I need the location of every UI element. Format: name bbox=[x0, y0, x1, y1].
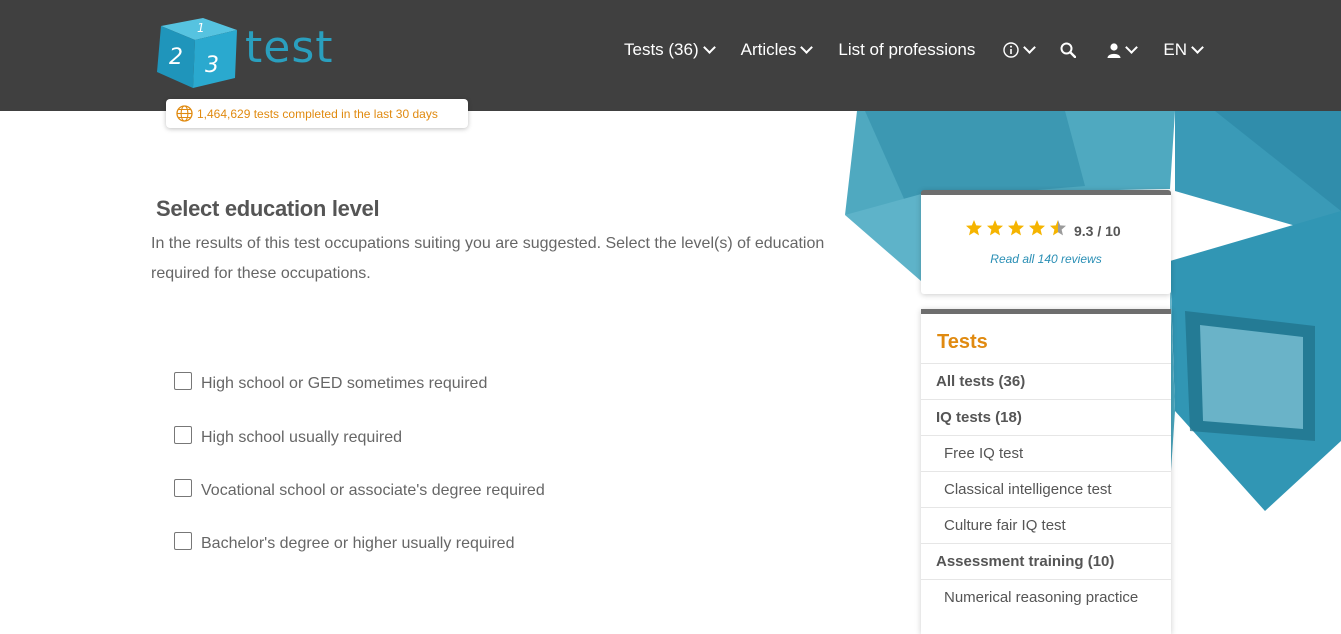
nav-tests[interactable]: Tests (36) bbox=[624, 40, 716, 60]
tests-list-item-classical[interactable]: Classical intelligence test bbox=[921, 471, 1171, 507]
nav-language-label: EN bbox=[1163, 40, 1188, 59]
search-icon bbox=[1060, 42, 1077, 58]
page-description: In the results of this test occupations … bbox=[151, 235, 825, 282]
chevron-down-icon bbox=[1191, 41, 1204, 54]
education-option-label: Vocational school or associate's degree … bbox=[201, 482, 545, 499]
education-option-label: High school or GED sometimes required bbox=[201, 375, 488, 392]
nav-articles[interactable]: Articles bbox=[740, 40, 814, 60]
education-option-label: High school usually required bbox=[201, 429, 402, 446]
tests-list-item-assessment[interactable]: Assessment training (10) bbox=[921, 543, 1171, 579]
header-bar: 2 3 1 test Tests (36) Articles List of p… bbox=[0, 0, 1341, 111]
education-option-vocational[interactable]: Vocational school or associate's degree … bbox=[174, 479, 545, 500]
svg-text:2: 2 bbox=[169, 45, 183, 70]
logo-wordmark: test bbox=[245, 22, 334, 73]
site-logo[interactable]: 2 3 1 test bbox=[155, 16, 333, 90]
chevron-down-icon bbox=[1125, 41, 1139, 54]
tests-list-item-free-iq[interactable]: Free IQ test bbox=[921, 435, 1171, 471]
star-icons bbox=[966, 220, 1066, 236]
tests-list-item-all[interactable]: All tests (36) bbox=[921, 363, 1171, 399]
tests-list-item-numerical[interactable]: Numerical reasoning practice bbox=[921, 579, 1171, 615]
tests-list: All tests (36) IQ tests (18) Free IQ tes… bbox=[921, 363, 1171, 615]
nav-language[interactable]: EN bbox=[1163, 40, 1204, 60]
nav-tests-label: Tests (36) bbox=[624, 40, 699, 59]
chevron-down-icon bbox=[800, 41, 814, 54]
checkbox[interactable] bbox=[174, 426, 192, 444]
page-title: Select education level bbox=[156, 196, 380, 221]
tests-completed-badge: 1,464,629 tests completed in the last 30… bbox=[166, 99, 468, 128]
education-option-ged[interactable]: High school or GED sometimes required bbox=[174, 372, 488, 393]
education-option-high-school[interactable]: High school usually required bbox=[174, 426, 402, 447]
checkbox[interactable] bbox=[174, 532, 192, 550]
education-option-label: Bachelor's degree or higher usually requ… bbox=[201, 535, 515, 552]
education-option-bachelor[interactable]: Bachelor's degree or higher usually requ… bbox=[174, 532, 515, 553]
globe-icon bbox=[176, 105, 193, 122]
dice-logo-icon: 2 3 1 bbox=[157, 18, 237, 88]
nav-articles-label: Articles bbox=[740, 40, 797, 59]
tests-list-item-iq[interactable]: IQ tests (18) bbox=[921, 399, 1171, 435]
svg-text:1: 1 bbox=[197, 21, 205, 35]
chevron-down-icon bbox=[1023, 41, 1037, 54]
nav-search[interactable] bbox=[1060, 42, 1077, 58]
checkbox[interactable] bbox=[174, 372, 192, 390]
nav-info[interactable] bbox=[1003, 41, 1037, 58]
nav-professions-label: List of professions bbox=[838, 40, 976, 59]
tests-panel-title: Tests bbox=[937, 331, 988, 353]
tests-list-item-culture-fair[interactable]: Culture fair IQ test bbox=[921, 507, 1171, 543]
star-rating bbox=[965, 219, 1069, 237]
info-icon bbox=[1003, 42, 1020, 58]
tests-panel: Tests All tests (36) IQ tests (18) Free … bbox=[921, 309, 1171, 634]
tests-completed-text: 1,464,629 tests completed in the last 30… bbox=[197, 106, 438, 121]
checkbox[interactable] bbox=[174, 479, 192, 497]
rating-score: 9.3 / 10 bbox=[1074, 223, 1121, 239]
rating-card: 9.3 / 10 Read all 140 reviews bbox=[921, 190, 1171, 294]
read-reviews-link[interactable]: Read all 140 reviews bbox=[921, 252, 1171, 266]
nav-user[interactable] bbox=[1107, 41, 1139, 58]
chevron-down-icon bbox=[702, 41, 716, 54]
svg-text:3: 3 bbox=[205, 53, 219, 78]
main-nav: Tests (36) Articles List of professions bbox=[624, 40, 1229, 60]
nav-professions[interactable]: List of professions bbox=[838, 40, 975, 60]
user-icon bbox=[1107, 42, 1121, 58]
